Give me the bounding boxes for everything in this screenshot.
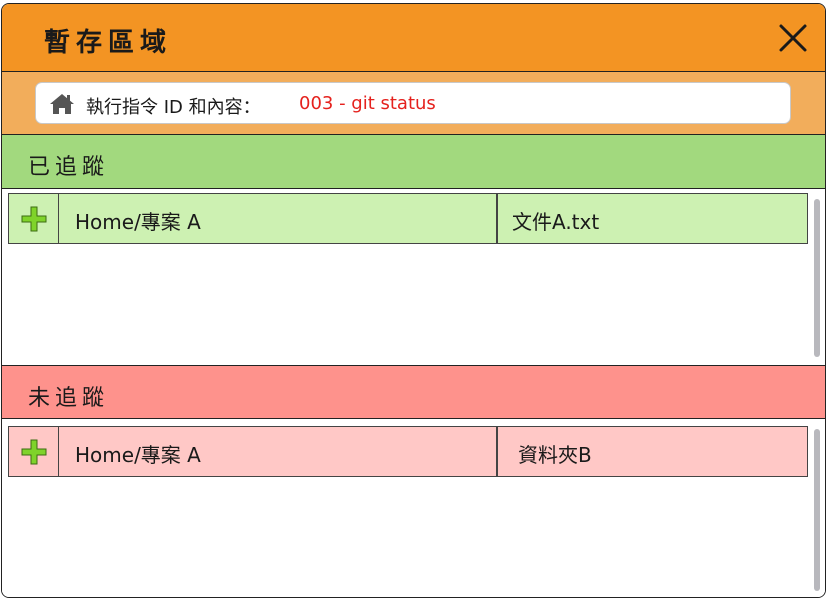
- untracked-section-title: 未追蹤: [28, 386, 110, 411]
- command-bar: 執行指令 ID 和內容： 003 - git status: [2, 72, 825, 135]
- column-divider: [496, 427, 498, 476]
- tracked-section-title: 已追蹤: [28, 155, 110, 180]
- home-icon: [50, 94, 74, 114]
- add-file-button[interactable]: [9, 194, 59, 243]
- close-icon: [779, 24, 807, 52]
- plus-icon: [21, 206, 47, 232]
- command-display: 執行指令 ID 和內容： 003 - git status: [35, 82, 791, 124]
- file-name: 資料夾B: [518, 443, 592, 467]
- command-label: 執行指令 ID 和內容：: [86, 97, 261, 118]
- untracked-file-row[interactable]: Home/專案 A 資料夾B: [8, 426, 808, 477]
- close-button[interactable]: [777, 22, 809, 54]
- tracked-scrollbar[interactable]: [814, 199, 820, 357]
- plus-icon: [21, 439, 47, 465]
- untracked-section-header: 未追蹤: [2, 365, 825, 419]
- column-divider: [496, 194, 498, 243]
- tracked-section-header: 已追蹤: [2, 135, 825, 189]
- add-file-button[interactable]: [9, 427, 59, 476]
- file-path: Home/專案 A: [75, 443, 201, 467]
- file-path: Home/專案 A: [75, 210, 201, 234]
- window-title: 暫存區域: [44, 28, 173, 58]
- title-bar: 暫存區域: [2, 4, 825, 72]
- file-name: 文件A.txt: [512, 210, 600, 234]
- command-value: 003 - git status: [299, 93, 436, 114]
- tracked-file-row[interactable]: Home/專案 A 文件A.txt: [8, 193, 808, 244]
- untracked-file-list: Home/專案 A 資料夾B: [2, 419, 825, 597]
- staging-area-window: 暫存區域 執行指令 ID 和內容： 003 - git status 已追蹤 H…: [1, 3, 826, 598]
- tracked-file-list: Home/專案 A 文件A.txt: [2, 189, 825, 365]
- untracked-scrollbar[interactable]: [814, 429, 820, 591]
